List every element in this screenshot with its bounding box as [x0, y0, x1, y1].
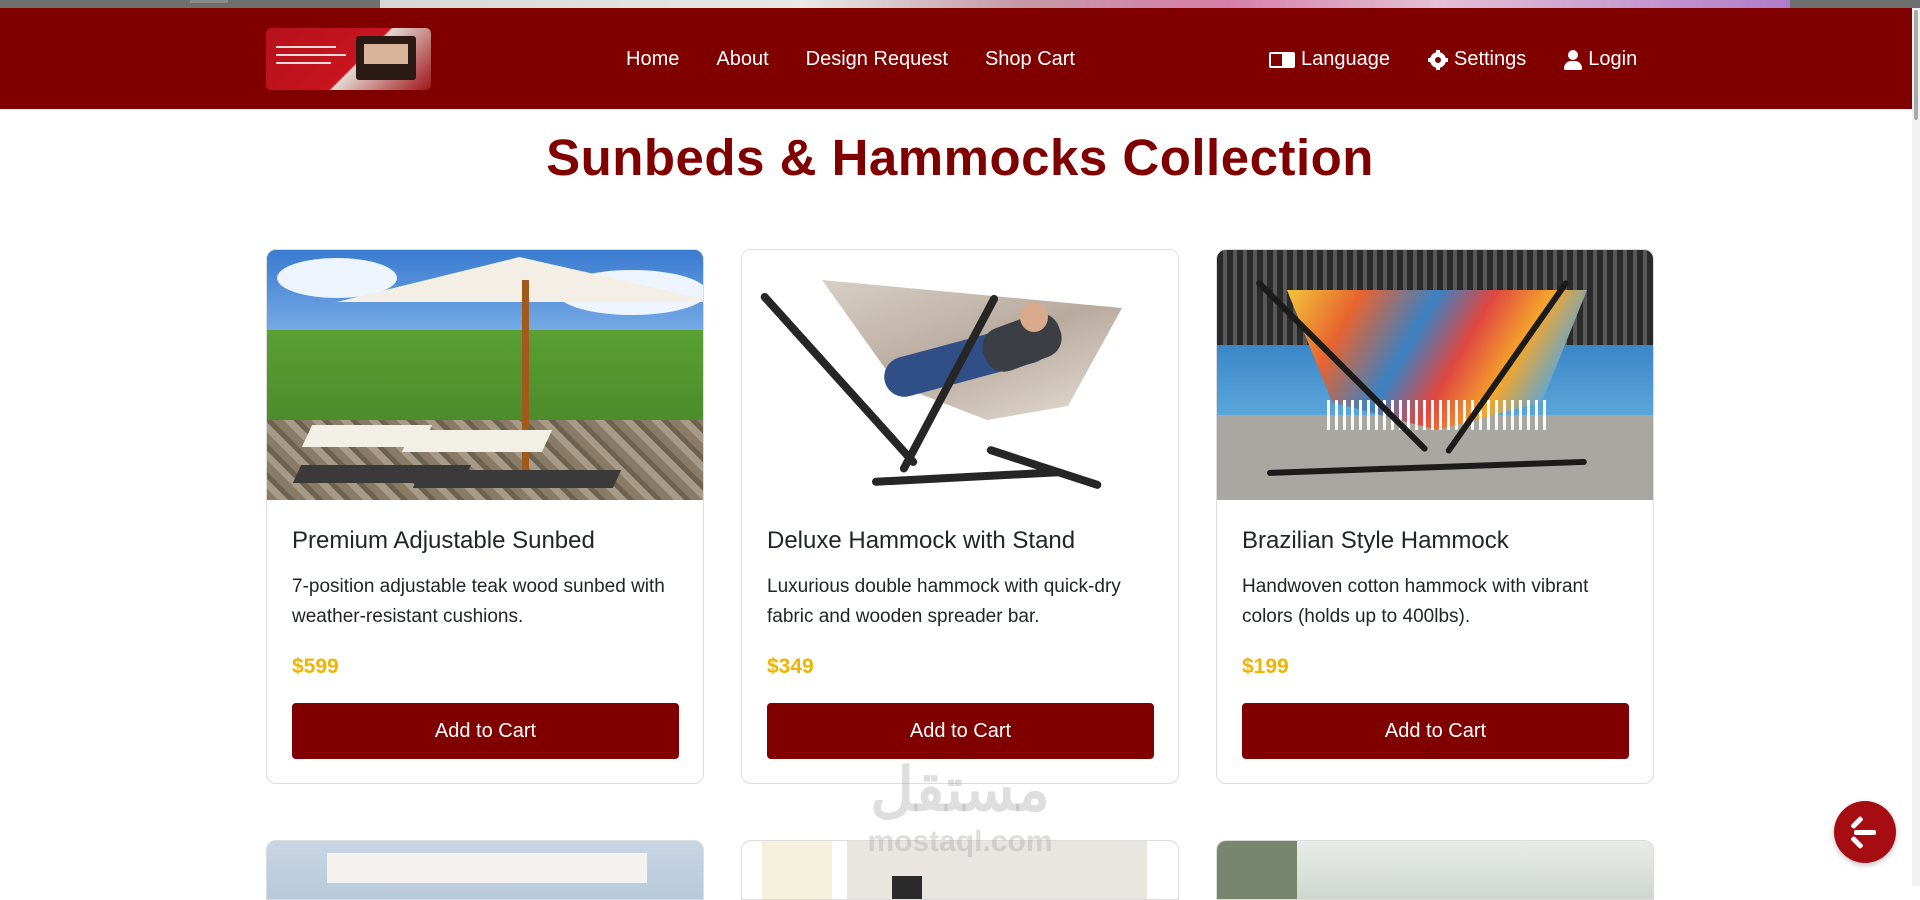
- logo-text-line: [276, 62, 331, 64]
- language-label: Language: [1301, 48, 1390, 70]
- watermark-arabic: مستقل: [870, 756, 1050, 823]
- nav-right-group: Language Settings Login: [1269, 48, 1675, 71]
- page-title: Sunbeds & Hammocks Collection: [546, 129, 1374, 186]
- login-link[interactable]: Login: [1564, 48, 1637, 71]
- scrollbar-track[interactable]: [1912, 8, 1920, 886]
- product-card: Brazilian Style Hammock Handwoven cotton…: [1216, 249, 1654, 784]
- browser-top-sliver: [0, 0, 1920, 8]
- product-image-sunbed[interactable]: [267, 250, 703, 500]
- arrow-left-icon: [1854, 830, 1876, 835]
- language-menu[interactable]: Language: [1269, 48, 1390, 71]
- main-nav: Home About Design Request Shop Cart: [626, 48, 1112, 71]
- user-icon: [1564, 49, 1583, 70]
- browser-image-strip: [380, 0, 1790, 8]
- nav-shop-cart-link[interactable]: Shop Cart: [985, 48, 1075, 71]
- logo-sofa-cushion: [364, 44, 408, 64]
- settings-menu[interactable]: Settings: [1427, 48, 1527, 71]
- product-name: Premium Adjustable Sunbed: [292, 527, 595, 554]
- product-image-brazilian-hammock[interactable]: [1217, 250, 1653, 500]
- gear-icon: [1427, 49, 1448, 70]
- nav-home-link[interactable]: Home: [626, 48, 679, 71]
- product-image-hammock-stand[interactable]: [742, 250, 1178, 500]
- settings-label: Settings: [1453, 48, 1527, 70]
- product-description: Handwoven cotton hammock with vibrant co…: [1242, 576, 1589, 627]
- product-price: $199: [1242, 655, 1289, 678]
- product-description: Luxurious double hammock with quick-dry …: [767, 576, 1121, 627]
- product-card-peek[interactable]: [1216, 840, 1654, 900]
- nav-design-request-link[interactable]: Design Request: [806, 48, 948, 71]
- product-name: Deluxe Hammock with Stand: [767, 527, 1076, 554]
- site-logo[interactable]: [266, 28, 431, 90]
- product-card: Premium Adjustable Sunbed 7-position adj…: [266, 249, 704, 784]
- scrollbar-thumb[interactable]: [1914, 10, 1918, 120]
- navbar: Home About Design Request Shop Cart Lang…: [0, 8, 1920, 109]
- product-name: Brazilian Style Hammock: [1242, 527, 1509, 554]
- product-card: Deluxe Hammock with Stand Luxurious doub…: [741, 249, 1179, 784]
- nav-about-link[interactable]: About: [716, 48, 768, 71]
- login-label: Login: [1588, 48, 1638, 70]
- language-icon: [1269, 51, 1295, 68]
- product-description: 7-position adjustable teak wood sunbed w…: [292, 576, 665, 627]
- add-to-cart-button[interactable]: Add to Cart: [1242, 703, 1629, 759]
- product-price: $599: [292, 655, 339, 678]
- watermark-latin: mostaql.com: [867, 825, 1053, 858]
- back-button[interactable]: [1834, 801, 1896, 863]
- product-card-peek[interactable]: [266, 840, 704, 900]
- logo-text-line: [276, 54, 346, 56]
- product-price: $349: [767, 655, 814, 678]
- logo-text-line: [276, 46, 336, 48]
- add-to-cart-button[interactable]: Add to Cart: [292, 703, 679, 759]
- add-to-cart-button[interactable]: Add to Cart: [767, 703, 1154, 759]
- browser-tab-edge: [190, 0, 228, 3]
